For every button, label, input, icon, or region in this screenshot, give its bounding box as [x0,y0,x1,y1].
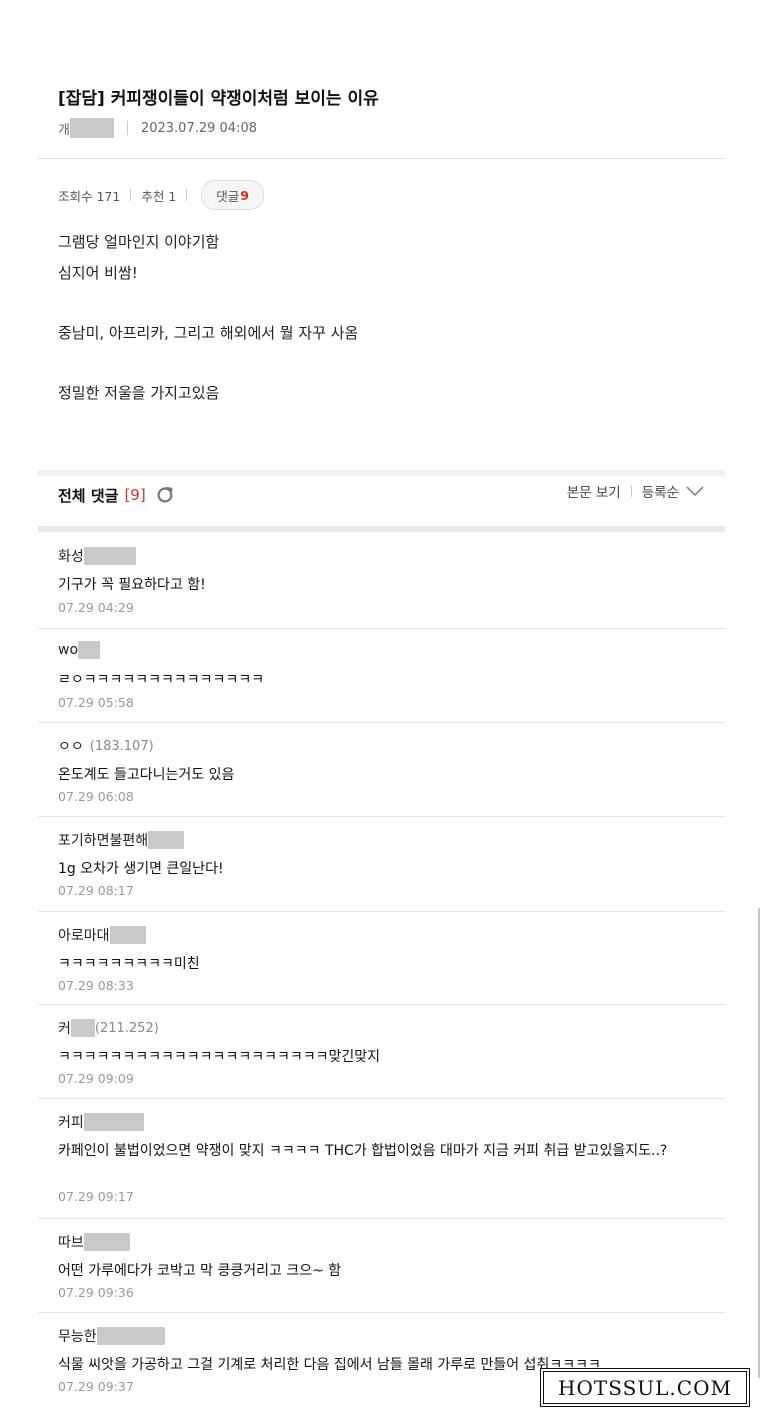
comment-item: 커피 카페인이 불법이었으면 약쟁이 맞지 ㅋㅋㅋㅋ THC가 합법이었음 대마… [38,1112,725,1219]
comment-count-button[interactable]: 댓글 9 [201,180,264,210]
comment-item: wo ㄹㅇㅋㅋㅋㅋㅋㅋㅋㅋㅋㅋㅋㅋㅋㅋ 07.29 05:58 [38,641,725,723]
author-redaction [83,1113,144,1131]
comment-divider [38,816,725,817]
comment-author[interactable]: 따브 [58,1232,130,1252]
author-redaction [96,1327,165,1345]
comment-date: 07.29 09:09 [58,1071,134,1086]
comment-date: 07.29 09:37 [58,1379,134,1394]
refresh-icon[interactable] [154,484,176,506]
comment-date: 07.29 08:17 [58,883,134,898]
comments-title: 전체 댓글 [58,486,119,505]
author-redaction [70,1019,95,1037]
likes-count: 추천 1 [141,188,177,204]
comment-item: ㅇㅇ (183.107) 온도계도 들고다니는거도 있음 07.29 06:08 [38,736,725,818]
author-redaction [83,547,136,565]
comment-date: 07.29 09:36 [58,1285,134,1300]
post-datetime: 2023.07.29 04:08 [140,120,257,136]
comment-item: 화성 기구가 꼭 필요하다고 함! 07.29 04:29 [38,546,725,630]
divider [130,189,132,201]
comment-ip: (183.107) [89,738,154,754]
post-body-line: 중남미, 아프리카, 그리고 해외에서 뭘 자꾸 사옴 [58,324,359,342]
divider [630,485,632,497]
author-redaction [83,1233,130,1251]
post-body-line: 그램당 얼마인지 이야기함 [58,233,220,251]
comment-divider [38,1312,725,1313]
comment-text: 카페인이 불법이었으면 약쟁이 맞지 ㅋㅋㅋㅋ THC가 합법이었음 대마가 지… [58,1143,668,1159]
comments-header: 전체 댓글 [9] [58,484,176,506]
comment-divider [38,1098,725,1099]
post-stats: 조회수 171 추천 1 댓글 9 [58,180,264,210]
post-body-line: 정밀한 저울을 가지고있음 [58,384,220,402]
post-body-line: 심지어 비쌈! [58,264,138,282]
comment-author[interactable]: 화성 [58,546,136,566]
comment-author-name: 커 [58,1021,71,1037]
comment-author[interactable]: 무능한 [58,1326,165,1346]
author-redaction [69,118,114,138]
comment-author-name: 아로마대 [58,928,110,944]
comments-controls: 본문 보기 등록순 [567,481,705,501]
comment-text: ㅋㅋㅋㅋㅋㅋㅋㅋㅋ미친 [58,956,200,972]
comment-label: 댓글 [216,188,240,204]
comment-divider [38,1218,725,1219]
comment-author[interactable]: wo [58,641,101,659]
comment-item: 커 (211.252) ㅋㅋㅋㅋㅋㅋㅋㅋㅋㅋㅋㅋㅋㅋㅋㅋㅋㅋㅋㅋㅋ맞긴맞지 07… [38,1018,725,1100]
comment-author[interactable]: 포기하면불편해 [58,830,185,850]
comment-divider [38,911,725,912]
author-redaction [78,641,101,659]
header-divider [38,158,725,159]
comment-date: 07.29 05:58 [58,695,134,710]
comments-total: [9] [124,486,146,504]
sort-dropdown[interactable]: 등록순 [642,481,679,501]
comment-item: 포기하면불편해 1g 오차가 생기면 큰일난다! 07.29 08:17 [38,830,725,912]
comment-author[interactable]: 커피 [58,1112,144,1132]
comment-ip: (211.252) [94,1020,159,1036]
view-body-link[interactable]: 본문 보기 [567,481,621,501]
comment-text: 어떤 가루에다가 코박고 막 킁킁거리고 크으~ 함 [58,1263,342,1279]
comment-author[interactable]: ㅇㅇ (183.107) [58,736,154,756]
post-title: [잡담] 커피쟁이들이 약쟁이처럼 보이는 이유 [58,89,379,109]
comment-author-name: 커피 [58,1115,84,1131]
comment-text: ㄹㅇㅋㅋㅋㅋㅋㅋㅋㅋㅋㅋㅋㅋㅋㅋ [58,672,265,688]
comment-count: 9 [240,187,249,203]
comment-author-name: ㅇㅇ [58,739,84,755]
comments-header-bar [38,470,725,476]
divider [126,121,128,135]
comment-text: 온도계도 들고다니는거도 있음 [58,767,235,783]
comment-text: 1g 오차가 생기면 큰일난다! [58,861,224,877]
comment-author-name: 따브 [58,1235,84,1251]
comment-divider [38,1004,725,1005]
comment-divider [38,628,725,629]
comment-item: 따브 어떤 가루에다가 코박고 막 킁킁거리고 크으~ 함 07.29 09:3… [38,1232,725,1314]
comment-date: 07.29 04:29 [58,600,134,615]
comment-divider [38,722,725,723]
comment-date: 07.29 08:33 [58,978,134,993]
comment-text: 기구가 꼭 필요하다고 함! [58,577,206,593]
divider [186,189,188,201]
author-redaction [148,831,185,849]
comment-author[interactable]: 커 (211.252) [58,1018,159,1038]
post-author[interactable]: 개 [58,119,70,138]
comment-date: 07.29 09:17 [58,1189,134,1204]
chevron-down-icon[interactable] [685,484,705,498]
author-redaction [109,926,146,944]
comment-author-name: 무능한 [58,1329,97,1345]
views-count: 조회수 171 [58,188,121,204]
comment-author[interactable]: 아로마대 [58,925,146,945]
comment-date: 07.29 06:08 [58,789,134,804]
comment-text: ㅋㅋㅋㅋㅋㅋㅋㅋㅋㅋㅋㅋㅋㅋㅋㅋㅋㅋㅋㅋㅋ맞긴맞지 [58,1049,380,1065]
comments-header-bar [38,526,725,532]
site-watermark: HOTSSUL.COM [540,1368,750,1407]
comment-author-name: 화성 [58,549,84,565]
post-meta: 개 2023.07.29 04:08 [58,118,257,138]
comment-author-name: 포기하면불편해 [58,833,149,849]
comment-author-name: wo [58,642,79,658]
comment-item: 아로마대 ㅋㅋㅋㅋㅋㅋㅋㅋㅋ미친 07.29 08:33 [38,925,725,1007]
